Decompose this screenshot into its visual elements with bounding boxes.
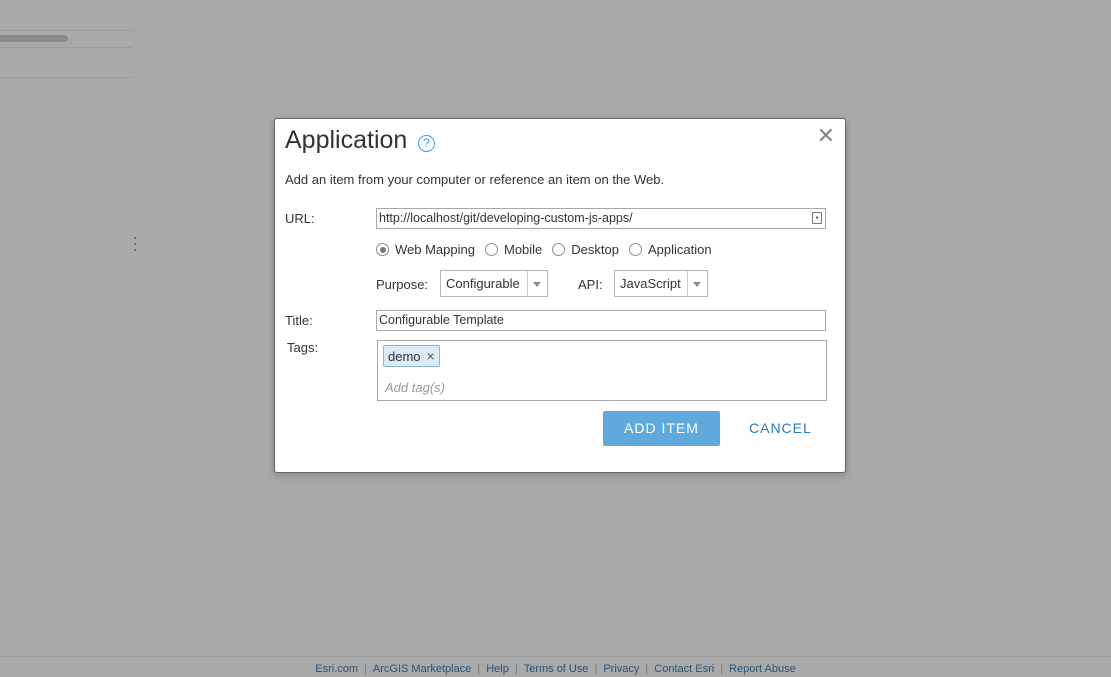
footer-separator: | xyxy=(720,663,724,675)
title-value: Configurable Template xyxy=(379,313,504,327)
chevron-down-icon[interactable] xyxy=(687,271,707,296)
api-value: JavaScript xyxy=(620,276,681,291)
radio-label: Desktop xyxy=(571,242,619,257)
background-divider xyxy=(0,30,132,31)
close-icon[interactable]: ✕ xyxy=(817,125,835,147)
api-label: API: xyxy=(578,277,603,292)
footer-link-marketplace[interactable]: ArcGIS Marketplace xyxy=(373,663,471,675)
radio-label: Application xyxy=(647,242,712,257)
radio-mobile[interactable]: Mobile xyxy=(484,242,543,257)
footer: Esri.com | ArcGIS Marketplace | Help | Terms o… xyxy=(0,663,1111,675)
url-value: http://localhost/git/developing-custom-j… xyxy=(379,211,633,225)
radio-button[interactable] xyxy=(376,243,389,256)
tag-label: demo xyxy=(388,348,421,364)
radio-web-mapping[interactable]: Web Mapping xyxy=(376,242,475,257)
radio-desktop[interactable]: Desktop xyxy=(552,242,619,257)
footer-link-terms[interactable]: Terms of Use xyxy=(524,663,589,675)
footer-separator: | xyxy=(594,663,598,675)
footer-link-contact[interactable]: Contact Esri xyxy=(654,663,714,675)
footer-separator: | xyxy=(477,663,481,675)
remove-tag-icon[interactable]: × xyxy=(427,347,435,366)
tag-chip: demo × xyxy=(383,345,440,367)
add-item-button[interactable]: ADD ITEM xyxy=(603,411,720,446)
purpose-label: Purpose: xyxy=(376,277,429,292)
purpose-select[interactable]: Configurable xyxy=(440,270,548,297)
url-label: URL: xyxy=(285,211,315,226)
dialog-description: Add an item from your computer or refere… xyxy=(285,172,665,187)
radio-application[interactable]: Application xyxy=(628,242,712,257)
footer-link-privacy[interactable]: Privacy xyxy=(603,663,639,675)
tags-label: Tags: xyxy=(287,340,319,355)
tags-placeholder[interactable]: Add tag(s) xyxy=(385,380,445,395)
footer-link-esri[interactable]: Esri.com xyxy=(315,663,358,675)
radio-label: Web Mapping xyxy=(395,242,475,257)
url-input[interactable]: http://localhost/git/developing-custom-j… xyxy=(376,208,826,229)
application-type-radio-group: Web Mapping Mobile Desktop Application xyxy=(376,242,722,257)
footer-link-report-abuse[interactable]: Report Abuse xyxy=(729,663,796,675)
contact-card-icon[interactable]: ▪ xyxy=(812,212,822,224)
purpose-value: Configurable xyxy=(446,276,520,291)
footer-separator: | xyxy=(364,663,367,675)
cancel-button[interactable]: CANCEL xyxy=(749,411,812,446)
footer-divider xyxy=(0,656,1111,657)
api-select[interactable]: JavaScript xyxy=(614,270,708,297)
footer-separator: | xyxy=(514,663,518,675)
footer-separator: | xyxy=(645,663,649,675)
dialog-title: Application xyxy=(285,126,408,154)
radio-button[interactable] xyxy=(552,243,566,256)
background-divider xyxy=(0,77,132,78)
title-label: Title: xyxy=(285,313,313,328)
more-options-icon xyxy=(133,235,137,253)
title-input[interactable]: Configurable Template xyxy=(376,310,826,331)
footer-link-help[interactable]: Help xyxy=(486,663,509,675)
radio-button[interactable] xyxy=(484,243,498,256)
help-icon[interactable]: ? xyxy=(418,135,435,152)
background-scrollbar xyxy=(0,35,68,42)
add-application-dialog: Application ? ✕ Add an item from your co… xyxy=(274,118,846,473)
background-divider xyxy=(0,47,132,48)
chevron-down-icon[interactable] xyxy=(527,271,547,296)
radio-button[interactable] xyxy=(628,243,642,256)
tags-input[interactable]: demo × Add tag(s) xyxy=(377,340,827,401)
radio-label: Mobile xyxy=(503,242,543,257)
